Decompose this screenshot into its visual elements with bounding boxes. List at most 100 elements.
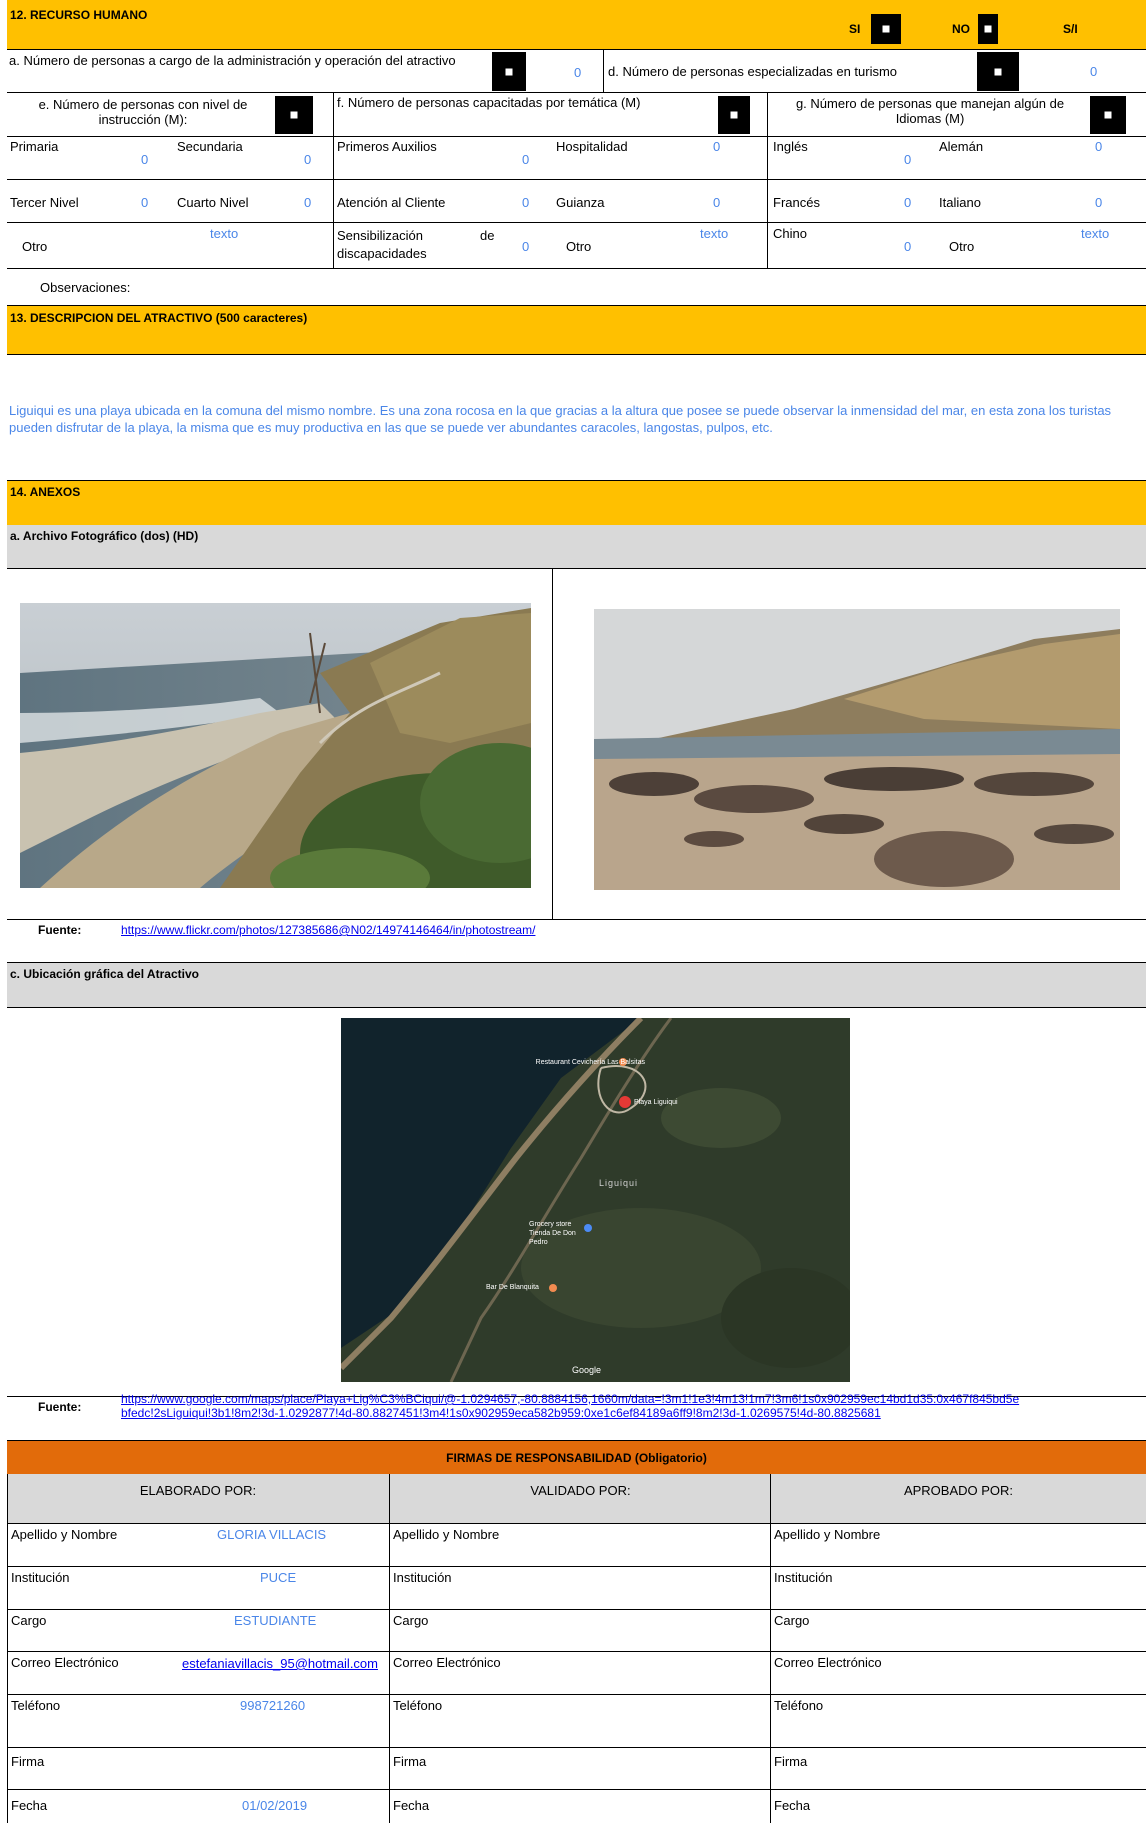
- elaborado-institucion-label: Institución: [11, 1570, 70, 1585]
- field-f-label: f. Número de personas capacitadas por te…: [337, 95, 641, 110]
- primaria-value: 0: [141, 152, 149, 167]
- validado-firma-label: Firma: [393, 1754, 427, 1769]
- elaborado-firma-label: Firma: [11, 1754, 45, 1769]
- no-checkbox[interactable]: [978, 14, 998, 44]
- aprobado-firma-label: Firma: [774, 1754, 808, 1769]
- validado-institucion-label: Institución: [393, 1570, 452, 1585]
- secundaria-value: 0: [304, 152, 312, 167]
- validado-cargo-label: Cargo: [393, 1613, 429, 1628]
- elaborado-apellido-label: Apellido y Nombre: [11, 1527, 118, 1542]
- secundaria-label: Secundaria: [177, 139, 243, 154]
- elaborado-apellido-value: GLORIA VILLACIS: [217, 1527, 327, 1542]
- frances-label: Francés: [773, 195, 820, 210]
- aprobado-apellido-label: Apellido y Nombre: [774, 1527, 881, 1542]
- validado-correo-label: Correo Electrónico: [393, 1655, 501, 1670]
- otro-g-value: texto: [1081, 226, 1110, 241]
- aprobado-correo-label: Correo Electrónico: [774, 1655, 882, 1670]
- section-14-header: [7, 480, 1146, 526]
- si-checkbox[interactable]: [871, 14, 901, 44]
- field-d-value: 0: [1090, 64, 1098, 79]
- italiano-label: Italiano: [939, 195, 981, 210]
- map-source-label: Fuente:: [38, 1400, 82, 1414]
- primeros-label: Primeros Auxilios: [337, 139, 437, 154]
- photo-archive-title: a. Archivo Fotográfico (dos) (HD): [10, 529, 199, 543]
- aleman-label: Alemán: [939, 139, 984, 154]
- section-12-header: [7, 0, 1146, 50]
- field-e-marker: [275, 96, 313, 134]
- field-g-label: g. Número de personas que manejan algún …: [795, 96, 1065, 126]
- section-12-title: 12. RECURSO HUMANO: [10, 8, 148, 22]
- elaborado-cargo-value: ESTUDIANTE: [234, 1613, 317, 1628]
- field-a-marker: [492, 52, 526, 91]
- guianza-value: 0: [713, 195, 721, 210]
- si-label-sin-info: S/I: [1063, 22, 1078, 36]
- photo-source-label: Fuente:: [38, 923, 82, 937]
- si-label: SI: [849, 22, 861, 36]
- beach-photo-rocks: [594, 609, 1120, 890]
- photo-source-link[interactable]: https://www.flickr.com/photos/127385686@…: [121, 923, 535, 937]
- cuarto-nivel-value: 0: [304, 195, 312, 210]
- otro-g-label: Otro: [949, 239, 975, 254]
- validado-apellido-label: Apellido y Nombre: [393, 1527, 500, 1542]
- sensibilizacion-de: de: [480, 228, 495, 243]
- elaborado-telefono-value: 998721260: [240, 1698, 306, 1713]
- otro-e-label: Otro: [22, 239, 48, 254]
- cuarto-nivel-label: Cuarto Nivel: [177, 195, 249, 210]
- aprobado-telefono-label: Teléfono: [774, 1698, 824, 1713]
- otro-e-value: texto: [210, 226, 239, 241]
- map-label-liguiqui: Liguiqui: [599, 1178, 639, 1188]
- hospitalidad-label: Hospitalidad: [556, 139, 628, 154]
- elaborado-correo-value[interactable]: estefaniavillacis_95@hotmail.com: [173, 1656, 387, 1671]
- section-14-title: 14. ANEXOS: [10, 485, 81, 499]
- map-label-bar: Bar De Blanquita: [486, 1284, 539, 1291]
- elaborado-correo-label: Correo Electrónico: [11, 1655, 119, 1670]
- elaborado-institucion-value: PUCE: [260, 1570, 297, 1585]
- observaciones-label: Observaciones:: [40, 280, 131, 295]
- map-label-restaurant: Restaurant Cevichería Las Balsitas: [535, 1059, 645, 1066]
- map-title: c. Ubicación gráfica del Atractivo: [10, 967, 199, 981]
- aleman-value: 0: [1095, 139, 1103, 154]
- field-e-label: e. Número de personas con nivel de instr…: [38, 97, 248, 127]
- chino-label: Chino: [773, 226, 807, 241]
- map-label-grocery: Grocery store Tienda De Don Pedro: [529, 1221, 576, 1246]
- primaria-label: Primaria: [10, 139, 59, 154]
- frances-value: 0: [904, 195, 912, 210]
- map-label-google: Google: [572, 1365, 602, 1375]
- field-g-marker: [1090, 96, 1126, 134]
- ingles-label: Inglés: [773, 139, 808, 154]
- aprobado-institucion-label: Institución: [774, 1570, 833, 1585]
- validado-header: VALIDADO POR:: [530, 1483, 631, 1498]
- primeros-value: 0: [522, 152, 530, 167]
- atencion-label: Atención al Cliente: [337, 195, 446, 210]
- hospitalidad-value: 0: [713, 139, 721, 154]
- field-a-label: a. Número de personas a cargo de la admi…: [9, 53, 456, 68]
- aprobado-cargo-label: Cargo: [774, 1613, 810, 1628]
- atencion-value: 0: [522, 195, 530, 210]
- field-a-value: 0: [574, 65, 582, 80]
- field-d-marker: [977, 52, 1019, 91]
- otro-f-value: texto: [700, 226, 729, 241]
- elaborado-telefono-label: Teléfono: [11, 1698, 61, 1713]
- field-d-label: d. Número de personas especializadas en …: [608, 64, 898, 79]
- beach-photo-cliff: [20, 603, 531, 888]
- no-label: NO: [952, 22, 970, 36]
- guianza-label: Guianza: [556, 195, 605, 210]
- elaborado-header: ELABORADO POR:: [139, 1483, 257, 1498]
- validado-telefono-label: Teléfono: [393, 1698, 443, 1713]
- tercer-nivel-value: 0: [141, 195, 149, 210]
- elaborado-fecha-label: Fecha: [11, 1798, 48, 1813]
- map-source-link[interactable]: https://www.google.com/maps/place/Playa+…: [121, 1392, 1021, 1420]
- sensibilizacion-label: Sensibilización: [337, 228, 423, 243]
- italiano-value: 0: [1095, 195, 1103, 210]
- validado-fecha-label: Fecha: [393, 1798, 430, 1813]
- elaborado-cargo-label: Cargo: [11, 1613, 47, 1628]
- otro-f-label: Otro: [566, 239, 592, 254]
- signatures-title: FIRMAS DE RESPONSABILIDAD (Obligatorio): [446, 1451, 707, 1465]
- sensibilizacion-value: 0: [522, 239, 530, 254]
- tercer-nivel-label: Tercer Nivel: [10, 195, 79, 210]
- chino-value: 0: [904, 239, 912, 254]
- location-map: Restaurant Cevichería Las Balsitas Playa…: [341, 1018, 850, 1382]
- map-label-playa: Playa Liguiqui: [634, 1099, 678, 1106]
- ingles-value: 0: [904, 152, 912, 167]
- aprobado-fecha-label: Fecha: [774, 1798, 811, 1813]
